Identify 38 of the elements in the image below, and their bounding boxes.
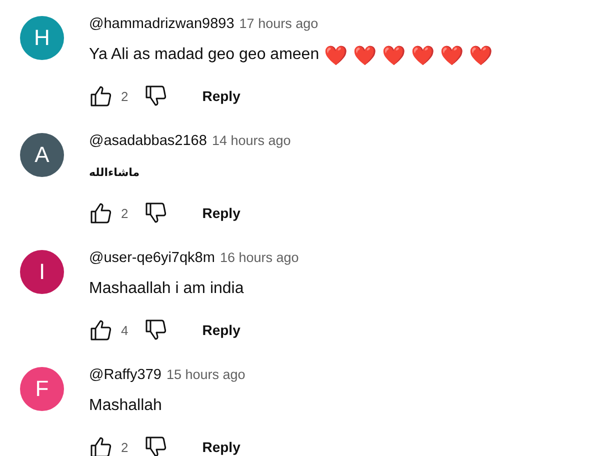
reply-button[interactable]: Reply	[188, 82, 254, 110]
thumb-up-icon[interactable]	[89, 435, 113, 456]
avatar[interactable]: A	[20, 133, 64, 177]
avatar[interactable]: I	[20, 250, 64, 294]
comment-time[interactable]: 15 hours ago	[166, 367, 246, 382]
like-count: 2	[121, 206, 128, 220]
comment-author[interactable]: @user-qe6yi7qk8m	[89, 250, 215, 266]
thumb-up-icon[interactable]	[89, 84, 113, 108]
like-count: 2	[121, 88, 128, 104]
comment-time[interactable]: 16 hours ago	[220, 250, 299, 265]
comment-author[interactable]: @Raffy379	[89, 367, 162, 383]
comment-text: Ya Ali as madad geo geo ameen	[89, 46, 320, 64]
reply-button[interactable]: Reply	[188, 433, 254, 456]
thumb-down-icon[interactable]	[144, 84, 168, 108]
thumb-down-icon[interactable]	[144, 201, 168, 225]
comment-text: Mashallah	[89, 397, 162, 415]
reply-button[interactable]: Reply	[188, 316, 254, 344]
comment-time[interactable]: 17 hours ago	[239, 16, 318, 31]
like-count: 4	[121, 322, 128, 338]
like-count: 2	[121, 440, 128, 454]
comment-text: ماشاءالله	[89, 166, 140, 178]
heart-emoji: ❤	[353, 44, 378, 66]
comment-author[interactable]: @asadabbas2168	[89, 133, 207, 149]
comment-text: Mashaallah i am india	[89, 280, 244, 298]
thumb-up-icon[interactable]	[89, 318, 113, 342]
comment-author[interactable]: @hammadrizwan9893	[89, 16, 234, 32]
heart-emoji: ❤	[469, 44, 494, 66]
thumb-down-icon[interactable]	[144, 435, 168, 456]
heart-emoji: ❤	[382, 44, 406, 66]
avatar[interactable]: H	[20, 16, 64, 60]
heart-emoji: ❤	[440, 44, 464, 66]
comment-time[interactable]: 14 hours ago	[212, 133, 291, 148]
heart-emoji: ❤	[324, 44, 348, 66]
avatar[interactable]: F	[20, 367, 64, 411]
thumb-down-icon[interactable]	[144, 318, 168, 342]
thumb-up-icon[interactable]	[89, 201, 113, 225]
heart-emoji: ❤	[411, 44, 436, 66]
reply-button[interactable]: Reply	[188, 199, 254, 227]
